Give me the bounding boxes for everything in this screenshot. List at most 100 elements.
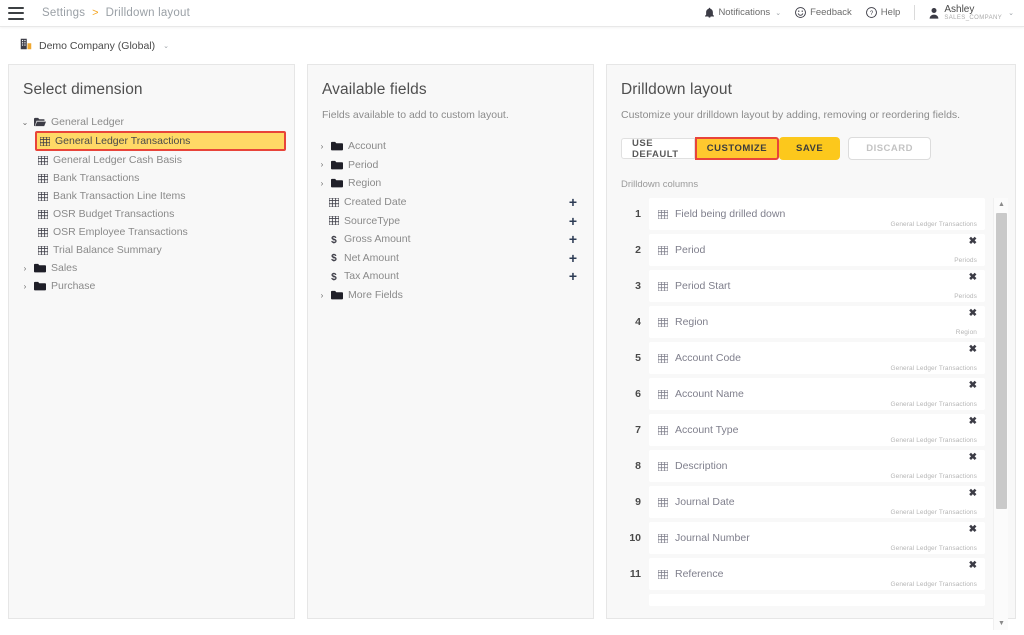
table-grid-icon	[329, 197, 339, 207]
drilldown-column-card[interactable]: Account Name ✖ General Ledger Transactions	[649, 378, 985, 410]
dimension-tree-item-general-ledger-cash-basis[interactable]: General Ledger Cash Basis	[19, 151, 286, 169]
remove-column-icon[interactable]: ✖	[969, 237, 977, 247]
drilldown-column-index: 8	[635, 460, 641, 472]
available-field-tax-amount[interactable]: $ Tax Amount +	[318, 267, 579, 286]
notifications-button[interactable]: Notifications ⌄	[705, 7, 781, 18]
drilldown-column-card[interactable]: Reference ✖ General Ledger Transactions	[649, 558, 985, 590]
remove-column-icon[interactable]: ✖	[969, 561, 977, 571]
dimension-tree-item-bank-transaction-line-items[interactable]: Bank Transaction Line Items	[19, 187, 286, 205]
available-field-created-date[interactable]: Created Date +	[318, 193, 579, 212]
dimension-item-label: Trial Balance Summary	[53, 244, 162, 256]
drilldown-column-card[interactable]: Description ✖ General Ledger Transactions	[649, 450, 985, 482]
customize-button[interactable]: CUSTOMIZE	[694, 137, 780, 160]
drilldown-column-row[interactable]: 1 Field being drilled down General Ledger …	[621, 198, 985, 234]
help-button[interactable]: ? Help	[865, 7, 900, 18]
scroll-up-icon[interactable]: ▲	[994, 198, 1009, 211]
drilldown-column-row[interactable]: 10 Journal Number ✖ General Ledger Transact…	[621, 522, 985, 558]
drilldown-layout-subtitle: Customize your drilldown layout by addin…	[621, 109, 961, 121]
remove-column-icon[interactable]: ✖	[969, 489, 977, 499]
drilldown-column-card[interactable]: Journal Number ✖ General Ledger Transactio…	[649, 522, 985, 554]
drilldown-column-row[interactable]: 7 Account Type ✖ General Ledger Transaction…	[621, 414, 985, 450]
remove-column-icon[interactable]: ✖	[969, 525, 977, 535]
drilldown-column-row[interactable]: 4 Region ✖ Region	[621, 306, 985, 342]
hamburger-icon[interactable]	[8, 6, 24, 20]
drilldown-column-row[interactable]: 11 Reference ✖ General Ledger Transactions	[621, 558, 985, 594]
drilldown-column-row[interactable]: 6 Account Name ✖ General Ledger Transaction…	[621, 378, 985, 414]
use-default-button[interactable]: USE DEFAULT	[621, 138, 695, 160]
drilldown-column-row[interactable]: 8 Description ✖ General Ledger Transactions	[621, 450, 985, 486]
user-menu[interactable]: Ashley SALES_COMPANY ⌄	[929, 3, 1014, 22]
drilldown-column-name: Period	[675, 244, 706, 256]
drilldown-column-card[interactable]: Account Type ✖ General Ledger Transactions	[649, 414, 985, 446]
scroll-down-icon[interactable]: ▼	[994, 617, 1009, 630]
breadcrumb-settings[interactable]: Settings	[42, 7, 85, 19]
available-fields-subtitle: Fields available to add to custom layout…	[322, 109, 509, 121]
drilldown-layout-panel: Drilldown layout Customize your drilldow…	[606, 64, 1016, 630]
remove-column-icon[interactable]: ✖	[969, 309, 977, 319]
chevron-right-icon[interactable]: ›	[318, 160, 326, 169]
drilldown-column-name: Description	[675, 460, 728, 472]
drilldown-scrollbar[interactable]: ▲ ▼	[993, 198, 1008, 630]
available-field-more-fields[interactable]: › More Fields	[318, 286, 579, 305]
company-selector[interactable]: Demo Company (Global) ⌄	[20, 37, 169, 55]
feedback-button[interactable]: Feedback	[795, 7, 852, 18]
chevron-right-icon[interactable]: ›	[21, 282, 29, 291]
drilldown-column-row[interactable]: 5 Account Code ✖ General Ledger Transaction…	[621, 342, 985, 378]
remove-column-icon[interactable]: ✖	[969, 381, 977, 391]
chevron-right-icon[interactable]: ›	[318, 179, 326, 188]
scrollbar-thumb[interactable]	[996, 213, 1007, 509]
dimension-tree-item-bank-transactions[interactable]: Bank Transactions	[19, 169, 286, 187]
user-name: Ashley	[944, 3, 975, 15]
remove-column-icon[interactable]: ✖	[969, 345, 977, 355]
drilldown-column-name: Reference	[675, 568, 724, 580]
chevron-right-icon[interactable]: ›	[318, 142, 326, 151]
available-field-account[interactable]: › Account	[318, 137, 579, 156]
add-field-icon[interactable]: +	[569, 214, 579, 228]
drilldown-column-card[interactable]: Journal Date ✖ General Ledger Transactions	[649, 486, 985, 518]
add-field-icon[interactable]: +	[569, 195, 579, 209]
available-field-sourcetype[interactable]: SourceType +	[318, 211, 579, 230]
table-grid-icon	[658, 353, 668, 363]
drilldown-column-card[interactable]: Period ✖ Periods	[649, 234, 985, 266]
breadcrumb-current: Drilldown layout	[105, 7, 190, 19]
drilldown-column-row-partial[interactable]	[621, 594, 985, 630]
svg-text:?: ?	[870, 11, 874, 17]
save-button[interactable]: SAVE	[779, 137, 841, 160]
drilldown-column-card[interactable]: Period Start ✖ Periods	[649, 270, 985, 302]
available-field-period[interactable]: › Period	[318, 156, 579, 175]
chevron-right-icon[interactable]: ›	[318, 291, 326, 300]
available-field-gross-amount[interactable]: $ Gross Amount +	[318, 230, 579, 249]
drilldown-column-card[interactable]: Account Code ✖ General Ledger Transactions	[649, 342, 985, 374]
dimension-tree-item-trial-balance-summary[interactable]: Trial Balance Summary	[19, 241, 286, 259]
chevron-down-icon[interactable]: ⌄	[21, 118, 29, 127]
remove-column-icon[interactable]: ✖	[969, 453, 977, 463]
drilldown-column-card[interactable]	[649, 594, 985, 606]
layout-action-bar: USE DEFAULT CUSTOMIZE SAVE DISCARD	[607, 121, 1015, 160]
svg-text:$: $	[331, 254, 337, 264]
dimension-tree-item-purchase[interactable]: › Purchase	[19, 277, 286, 295]
add-field-icon[interactable]: +	[569, 269, 579, 283]
drilldown-column-row[interactable]: 3 Period Start ✖ Periods	[621, 270, 985, 306]
chevron-right-icon[interactable]: ›	[21, 264, 29, 273]
dimension-tree-item-osr-budget-transactions[interactable]: OSR Budget Transactions	[19, 205, 286, 223]
available-field-net-amount[interactable]: $ Net Amount +	[318, 249, 579, 268]
add-field-icon[interactable]: +	[569, 251, 579, 265]
add-field-icon[interactable]: +	[569, 232, 579, 246]
dimension-tree-item-general-ledger-transactions[interactable]: General Ledger Transactions	[35, 131, 286, 151]
available-field-label: Created Date	[344, 196, 407, 209]
drilldown-column-card[interactable]: Field being drilled down General Ledger T…	[649, 198, 985, 230]
dimension-tree-item-general-ledger[interactable]: ⌄ General Ledger	[19, 113, 286, 131]
drilldown-column-card[interactable]: Region ✖ Region	[649, 306, 985, 338]
drilldown-column-row[interactable]: 9 Journal Date ✖ General Ledger Transaction…	[621, 486, 985, 522]
table-grid-icon	[38, 245, 48, 255]
drilldown-column-row[interactable]: 2 Period ✖ Periods	[621, 234, 985, 270]
dimension-tree-item-osr-employee-transactions[interactable]: OSR Employee Transactions	[19, 223, 286, 241]
remove-column-icon[interactable]: ✖	[969, 417, 977, 427]
available-field-region[interactable]: › Region	[318, 174, 579, 193]
available-field-label: More Fields	[348, 289, 403, 302]
remove-column-icon[interactable]: ✖	[969, 273, 977, 283]
feedback-label: Feedback	[810, 7, 852, 19]
dimension-tree-item-sales[interactable]: › Sales	[19, 259, 286, 277]
table-grid-icon	[40, 136, 50, 146]
drilldown-column-index: 1	[635, 208, 641, 220]
